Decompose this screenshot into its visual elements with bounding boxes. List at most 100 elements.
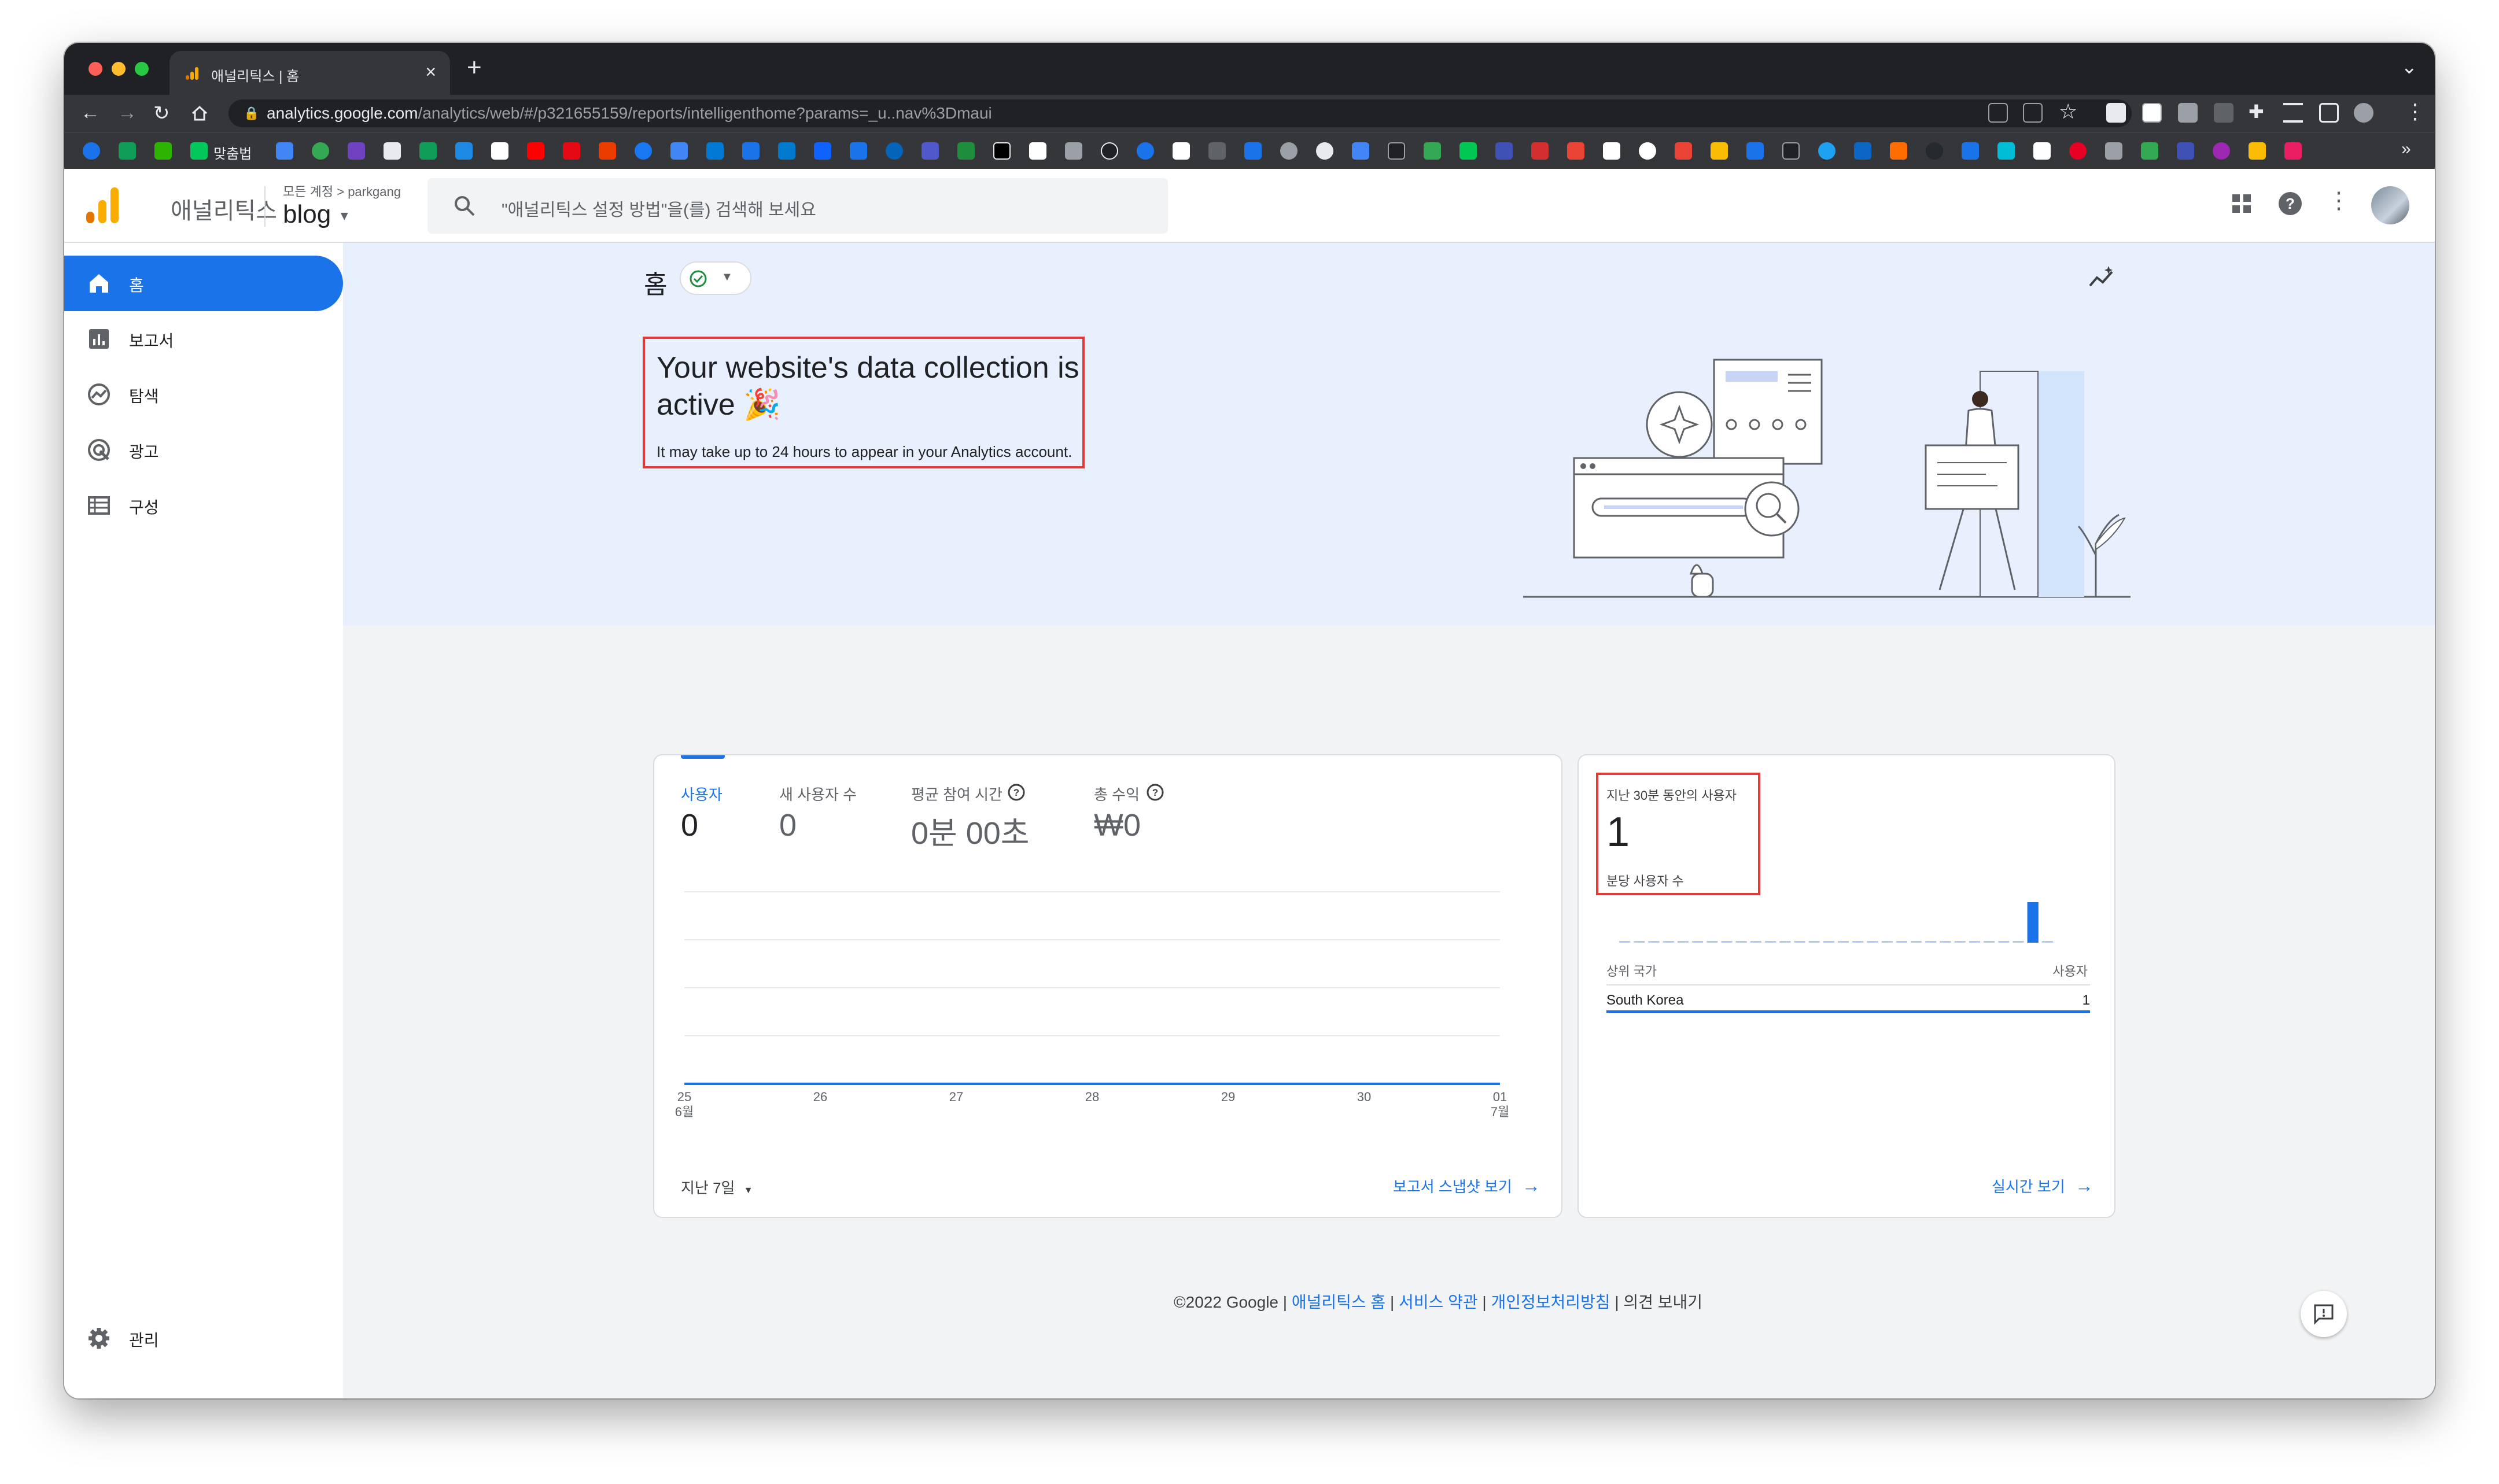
nav-item-admin[interactable]: 관리 [64,1311,343,1366]
close-window-button[interactable] [89,62,102,76]
bookmark-24-icon[interactable] [957,142,975,160]
forward-icon[interactable]: → [117,102,137,124]
bookmark-21-icon[interactable] [850,142,867,160]
bookmark-61-icon[interactable] [2284,142,2302,160]
insights-icon[interactable] [2088,264,2115,291]
bookmark-38-icon[interactable] [1459,142,1477,160]
youtube-bookmark-icon[interactable] [527,142,544,160]
data-status-chip[interactable]: ▼ [680,261,751,295]
bookmark-10-icon[interactable] [455,142,473,160]
facebook-bookmark-icon[interactable] [635,142,652,160]
bookmark-30-icon[interactable] [1173,142,1190,160]
bookmark-46-icon[interactable] [1746,142,1764,160]
more-options-icon[interactable]: ⋮ [2327,187,2350,214]
bookmark-58-icon[interactable] [2177,142,2194,160]
bookmark-54-icon[interactable] [2033,142,2051,160]
user-avatar[interactable] [2371,186,2409,224]
office-bookmark-icon[interactable] [599,142,616,160]
bookmark-52-icon[interactable] [1962,142,1979,160]
bookmark-18-icon[interactable] [742,142,760,160]
apps-grid-icon[interactable] [2231,193,2252,214]
bookmark-35-icon[interactable] [1352,142,1369,160]
bookmark-31-icon[interactable] [1208,142,1226,160]
bookmark-41-icon[interactable] [1567,142,1584,160]
extension-3-icon[interactable] [2178,103,2198,123]
property-selector[interactable]: blog ▼ [283,200,351,229]
bookmark-16-icon[interactable] [670,142,688,160]
home-button-icon[interactable] [190,104,209,123]
bookmark-20-icon[interactable] [814,142,831,160]
extensions-puzzle-icon[interactable]: ✚ [2249,101,2264,123]
metric-tab-revenue[interactable]: 총 수익 ? ₩0 [1094,778,1210,848]
bookmark-1-icon[interactable] [83,142,100,160]
feedback-button[interactable] [2301,1291,2347,1337]
bookmark-26-icon[interactable] [1029,142,1046,160]
bookmark-56-icon[interactable] [2105,142,2122,160]
translate-icon[interactable] [1988,103,2008,123]
search-input[interactable]: "애널리틱스 설정 방법"을(를) 검색해 보세요 [427,178,1168,234]
notion-extension-icon[interactable] [2142,103,2162,123]
help-icon[interactable]: ? [2277,191,2303,216]
nav-item-reports[interactable]: 보고서 [64,311,343,367]
nav-item-advertising[interactable]: 광고 [64,422,343,478]
bookmark-27-icon[interactable] [1065,142,1082,160]
date-range-selector[interactable]: 지난 7일 ▼ [681,1176,753,1198]
chrome-menu-icon[interactable]: ⋮ [2405,99,2426,124]
close-tab-icon[interactable]: × [425,61,436,83]
back-icon[interactable]: ← [80,102,100,124]
nav-item-home[interactable]: 홈 [64,256,343,311]
zoom-window-button[interactable] [135,62,149,76]
metric-tab-new-users[interactable]: 새 사용자 수 0 [779,778,883,848]
github-bookmark-icon[interactable] [1926,142,1943,160]
footer-link-analytics-home[interactable]: 애널리틱스 홈 [1292,1293,1385,1311]
view-reports-snapshot-link[interactable]: 보고서 스냅샷 보기 → [1393,1175,1540,1197]
browser-tab[interactable]: 애널리틱스 | 홈 × [169,51,450,95]
share-icon[interactable] [2023,103,2043,123]
bookmark-7-icon[interactable] [348,142,365,160]
bookmark-28-icon[interactable] [1101,142,1118,160]
footer-link-terms[interactable]: 서비스 약관 [1399,1293,1478,1311]
bookmark-8-icon[interactable] [384,142,401,160]
bookmark-60-icon[interactable] [2249,142,2266,160]
bookmark-star-icon[interactable]: ☆ [2059,99,2077,124]
footer-link-privacy[interactable]: 개인정보처리방침 [1491,1293,1610,1311]
bookmark-5-icon[interactable] [276,142,293,160]
address-bar[interactable]: 🔒 analytics.google.com/analytics/web/#/p… [228,99,2132,127]
bookmark-50-icon[interactable] [1890,142,1907,160]
medium-bookmark-icon[interactable] [993,142,1011,160]
analytics-logo-icon[interactable] [84,186,121,224]
bookmark-36-icon[interactable] [1388,142,1405,160]
bookmark-40-icon[interactable] [1531,142,1549,160]
pinterest-bookmark-icon[interactable] [2069,142,2087,160]
view-realtime-link[interactable]: 실시간 보기 → [1992,1175,2093,1197]
bookmark-32-icon[interactable] [1244,142,1262,160]
table-row[interactable]: South Korea 1 [1606,984,2090,1013]
bookmark-57-icon[interactable] [2141,142,2158,160]
twitter-bookmark-icon[interactable] [1818,142,1835,160]
extension-4-icon[interactable] [2214,103,2233,123]
bookmark-59-icon[interactable] [2213,142,2230,160]
bookmark-9-icon[interactable] [419,142,437,160]
linkedin-bookmark-icon[interactable] [1854,142,1871,160]
metric-tab-users[interactable]: 사용자 0 [681,778,762,848]
outlook-bookmark-icon[interactable] [706,142,724,160]
more-bookmarks-icon[interactable]: » [2401,139,2411,159]
naver-spelling-icon[interactable] [190,142,208,160]
nav-item-configure[interactable]: 구성 [64,478,343,533]
vscode-bookmark-icon[interactable] [778,142,795,160]
tab-search-icon[interactable]: ⌄ [2401,56,2418,79]
reading-list-icon[interactable] [2283,103,2303,123]
nav-item-explore[interactable]: 탐색 [64,367,343,422]
notion-bookmark-icon[interactable] [491,142,508,160]
extension-1-icon[interactable] [2106,103,2126,123]
netflix-bookmark-icon[interactable] [563,142,580,160]
bookmark-spelling-label[interactable]: 맞춤법 [213,142,252,163]
help-circle-icon[interactable]: ? [1007,783,1026,802]
onedrive-bookmark-icon[interactable] [886,142,903,160]
bookmark-42-icon[interactable] [1603,142,1620,160]
metric-tab-avg-engagement[interactable]: 평균 참여 시간 ? 0분 00초 [911,778,1061,851]
side-panel-icon[interactable] [2319,103,2339,123]
reload-icon[interactable]: ↻ [153,102,170,125]
bookmark-2-icon[interactable] [119,142,136,160]
bookmark-39-icon[interactable] [1495,142,1513,160]
